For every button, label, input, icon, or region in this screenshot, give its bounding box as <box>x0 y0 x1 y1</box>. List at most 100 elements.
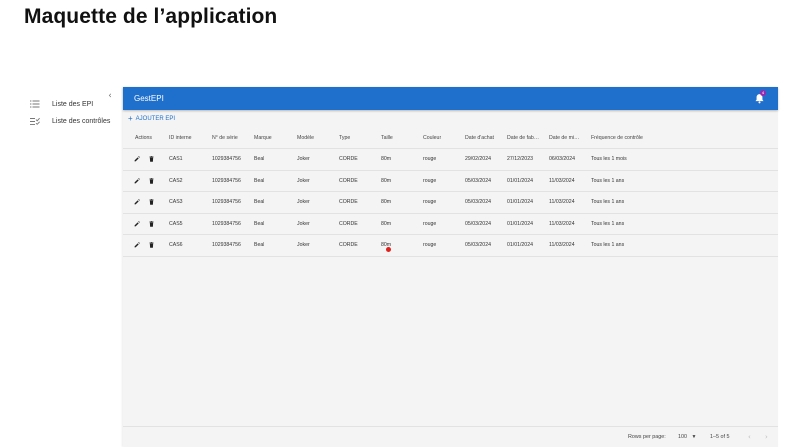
rows-per-page-value: 100 <box>678 434 687 440</box>
sidebar-item-controls-list[interactable]: Liste des contrôles <box>0 113 122 129</box>
checklist-icon <box>30 117 40 125</box>
column-header[interactable]: Type <box>339 127 350 148</box>
cell-id: CAS1 <box>169 156 183 163</box>
column-header[interactable]: Date de mi… <box>549 127 579 148</box>
edit-icon[interactable] <box>134 149 140 170</box>
cell-purchase-date: 05/03/2024 <box>465 199 491 206</box>
cell-size: 80m <box>381 199 392 206</box>
edit-icon[interactable] <box>134 235 140 256</box>
app-bar: GestEPI 4 <box>123 87 778 110</box>
cell-manufacture-date: 01/01/2024 <box>507 242 533 249</box>
cell-id: CAS3 <box>169 199 183 206</box>
cell-model: Joker <box>297 199 310 206</box>
table-pagination: Rows per page: 100 ▼ 1–5 of 5 ‹ › <box>123 426 778 447</box>
epi-table: Actions ID interne N° de série Marque Mo… <box>123 127 778 257</box>
cell-color: rouge <box>423 177 437 184</box>
cell-model: Joker <box>297 242 310 249</box>
cell-type: CORDE <box>339 220 358 227</box>
column-header[interactable]: ID interne <box>169 127 192 148</box>
cell-model: Joker <box>297 177 310 184</box>
cell-frequency: Tous les 1 ans <box>591 177 625 184</box>
page: Maquette de l’application ‹ Liste des EP… <box>0 0 801 447</box>
delete-icon[interactable] <box>149 235 154 256</box>
cell-serial: 1029384756 <box>212 177 241 184</box>
column-header[interactable]: Date d'achat <box>465 127 494 148</box>
chevron-left-icon[interactable]: ‹ <box>748 427 751 447</box>
cell-serial: 1029384756 <box>212 220 241 227</box>
cell-size: 80m <box>381 242 392 249</box>
cell-size: 80m <box>381 156 392 163</box>
column-header[interactable]: N° de série <box>212 127 238 148</box>
column-header[interactable]: Fréquence de contrôle <box>591 127 643 148</box>
table-row: CAS3 1029384756 Beal Joker CORDE 80m rou… <box>123 192 778 214</box>
cell-service-date: 11/03/2024 <box>549 220 575 227</box>
sidebar-item-epi-list[interactable]: Liste des EPI <box>0 96 122 112</box>
cell-type: CORDE <box>339 242 358 249</box>
chevron-right-icon[interactable]: › <box>765 427 768 447</box>
sidebar-item-label: Liste des EPI <box>52 100 94 108</box>
cell-manufacture-date: 27/12/2023 <box>507 156 533 163</box>
table-row: CAS2 1029384756 Beal Joker CORDE 80m rou… <box>123 171 778 192</box>
cell-purchase-date: 29/02/2024 <box>465 156 491 163</box>
cell-service-date: 11/03/2024 <box>549 242 575 249</box>
cell-color: rouge <box>423 242 437 249</box>
table-row: CAS1 1029384756 Beal Joker CORDE 80m rou… <box>123 149 778 171</box>
cell-type: CORDE <box>339 156 358 163</box>
delete-icon[interactable] <box>149 214 154 235</box>
edit-icon[interactable] <box>134 192 140 213</box>
delete-icon[interactable] <box>149 171 154 192</box>
delete-icon[interactable] <box>149 149 154 170</box>
cell-service-date: 06/03/2024 <box>549 156 575 163</box>
cell-frequency: Tous les 1 ans <box>591 199 625 206</box>
cell-manufacture-date: 01/01/2024 <box>507 177 533 184</box>
delete-icon[interactable] <box>149 192 154 213</box>
edit-icon[interactable] <box>134 171 140 192</box>
cell-purchase-date: 05/03/2024 <box>465 242 491 249</box>
main-panel: GestEPI 4 + AJOUTER EPI Actions ID inter… <box>123 87 778 447</box>
caret-down-icon: ▼ <box>691 434 697 440</box>
cell-frequency: Tous les 1 mois <box>591 156 627 163</box>
column-header[interactable]: Modèle <box>297 127 314 148</box>
app-name: GestEPI <box>134 94 164 103</box>
cell-id: CAS6 <box>169 242 183 249</box>
cell-serial: 1029384756 <box>212 199 241 206</box>
cell-serial: 1029384756 <box>212 156 241 163</box>
cell-service-date: 11/03/2024 <box>549 199 575 206</box>
cell-brand: Beal <box>254 156 265 163</box>
column-header[interactable]: Date de fab… <box>507 127 539 148</box>
edit-icon[interactable] <box>134 214 140 235</box>
cell-type: CORDE <box>339 177 358 184</box>
cell-brand: Beal <box>254 242 265 249</box>
column-header[interactable]: Taille <box>381 127 393 148</box>
cell-brand: Beal <box>254 199 265 206</box>
table-header-row: Actions ID interne N° de série Marque Mo… <box>123 127 778 149</box>
column-header[interactable]: Marque <box>254 127 272 148</box>
add-epi-button[interactable]: + AJOUTER EPI <box>128 114 175 124</box>
cell-color: rouge <box>423 156 437 163</box>
cell-id: CAS2 <box>169 177 183 184</box>
column-header[interactable]: Couleur <box>423 127 441 148</box>
cell-serial: 1029384756 <box>212 242 241 249</box>
cell-id: CAS5 <box>169 220 183 227</box>
page-title: Maquette de l’application <box>24 5 278 28</box>
cell-color: rouge <box>423 220 437 227</box>
cell-model: Joker <box>297 220 310 227</box>
cell-size: 80m <box>381 220 392 227</box>
rows-per-page-label: Rows per page: <box>628 434 666 440</box>
cell-frequency: Tous les 1 ans <box>591 220 625 227</box>
notification-badge: 4 <box>760 90 766 96</box>
rows-per-page-select[interactable]: 100 ▼ <box>678 427 696 447</box>
column-header[interactable]: Actions <box>135 127 152 148</box>
add-epi-label: AJOUTER EPI <box>135 116 176 122</box>
cell-manufacture-date: 01/01/2024 <box>507 199 533 206</box>
table-row: CAS5 1029384756 Beal Joker CORDE 80m rou… <box>123 214 778 235</box>
sidebar-item-label: Liste des contrôles <box>52 117 111 125</box>
sidebar: ‹ Liste des EPI Liste des contrôles <box>0 88 122 447</box>
list-icon <box>30 100 40 108</box>
cell-size: 80m <box>381 177 392 184</box>
cell-purchase-date: 05/03/2024 <box>465 177 491 184</box>
cell-brand: Beal <box>254 177 265 184</box>
pagination-range: 1–5 of 5 <box>710 434 730 440</box>
cell-purchase-date: 05/03/2024 <box>465 220 491 227</box>
table-row: CAS6 1029384756 Beal Joker CORDE 80m rou… <box>123 235 778 257</box>
